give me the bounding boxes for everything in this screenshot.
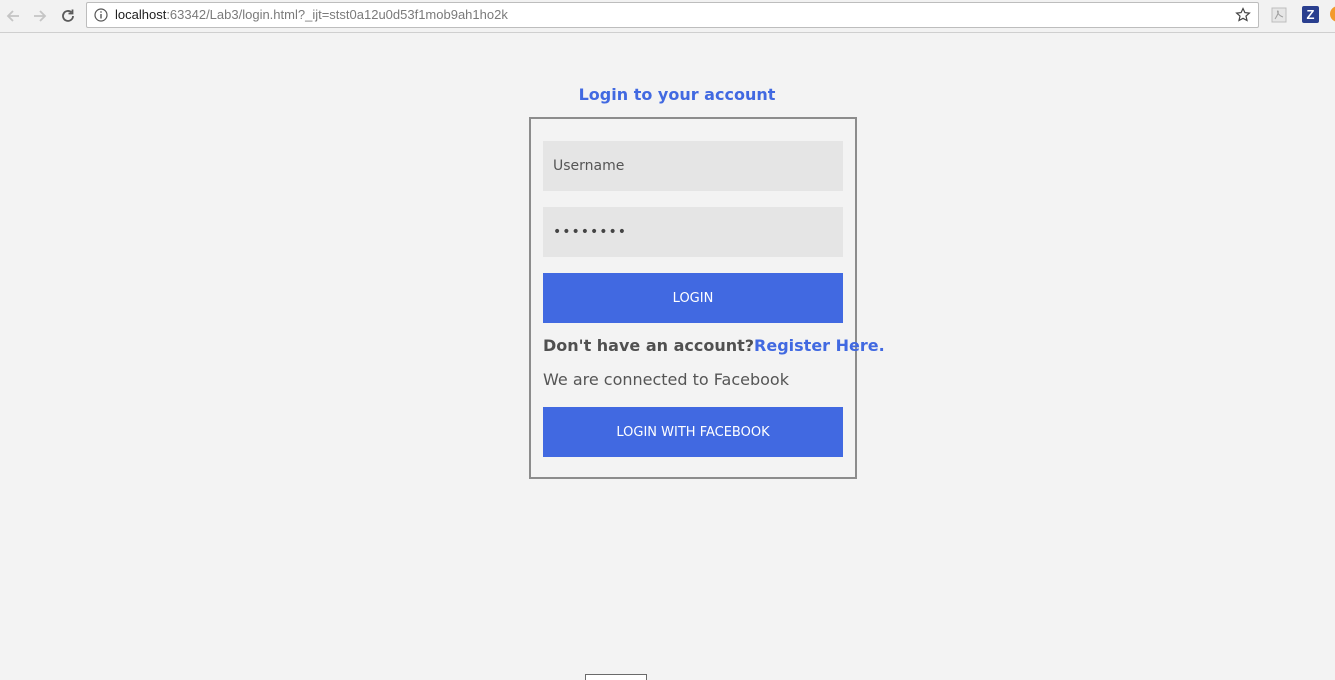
z-extension-icon[interactable]: Z <box>1302 6 1319 23</box>
z-extension-label: Z <box>1306 7 1315 22</box>
facebook-status-text: We are connected to Facebook <box>543 370 789 389</box>
url-text[interactable]: localhost:63342/Lab3/login.html?_ijt=sts… <box>115 7 508 23</box>
username-input[interactable] <box>543 141 843 191</box>
url-path: :63342/Lab3/login.html?_ijt=stst0a12u0d5… <box>166 7 508 22</box>
reload-icon[interactable] <box>57 5 79 27</box>
star-icon[interactable] <box>1234 6 1252 24</box>
pdf-extension-icon[interactable] <box>1270 6 1287 23</box>
extension-icon-partial[interactable] <box>1330 6 1335 22</box>
password-input[interactable] <box>543 207 843 257</box>
page-title: Login to your account <box>578 85 776 104</box>
browser-toolbar: localhost:63342/Lab3/login.html?_ijt=sts… <box>0 0 1335 33</box>
bottom-element-partial <box>585 674 647 680</box>
back-arrow-icon[interactable] <box>2 5 24 27</box>
register-link[interactable]: Register Here. <box>754 336 885 355</box>
login-form: LOGIN Don't have an account?Register Her… <box>529 117 885 479</box>
url-host: localhost <box>115 7 167 22</box>
address-bar[interactable]: localhost:63342/Lab3/login.html?_ijt=sts… <box>86 2 1259 28</box>
info-icon[interactable] <box>93 7 109 23</box>
forward-arrow-icon[interactable] <box>29 5 51 27</box>
register-prompt: Don't have an account?Register Here. <box>543 335 885 357</box>
login-button[interactable]: LOGIN <box>543 273 843 323</box>
no-account-text: Don't have an account? <box>543 336 755 355</box>
login-with-facebook-button[interactable]: LOGIN WITH FACEBOOK <box>543 407 843 457</box>
